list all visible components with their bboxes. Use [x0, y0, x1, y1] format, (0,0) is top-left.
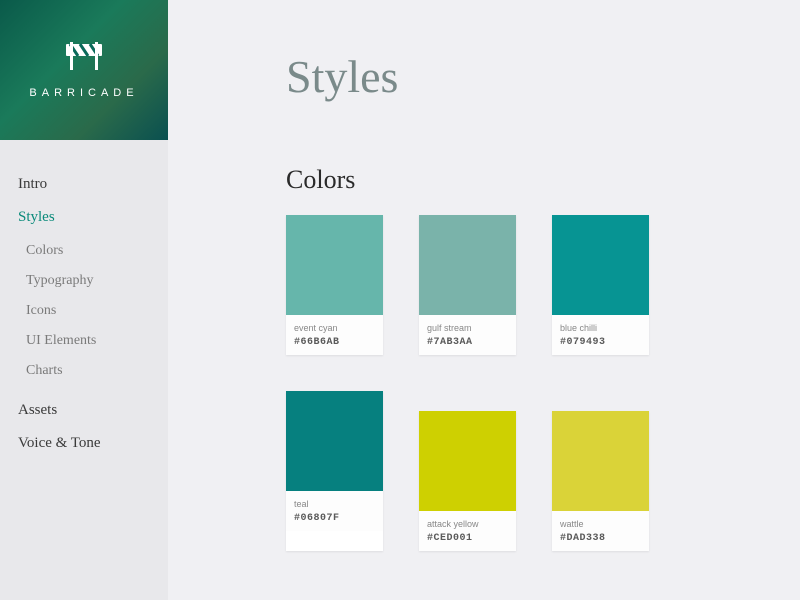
swatch-teal: teal #06807F: [286, 391, 383, 551]
swatch-color: [286, 215, 383, 315]
logo-area: BARRICADE: [0, 0, 168, 140]
swatch-name: blue chilli: [560, 323, 641, 333]
nav-item-voice-tone[interactable]: Voice & Tone: [18, 427, 150, 460]
swatch-meta: event cyan #66B6AB: [286, 315, 383, 355]
swatch-hex: #66B6AB: [294, 337, 375, 348]
nav-item-assets[interactable]: Assets: [18, 394, 150, 427]
swatch-event-cyan: event cyan #66B6AB: [286, 215, 383, 355]
swatch-grid: event cyan #66B6AB gulf stream #7AB3AA b…: [286, 215, 768, 600]
main-content: Styles Colors event cyan #66B6AB gulf st…: [168, 0, 800, 600]
swatch-name: attack yellow: [427, 519, 508, 529]
page-title: Styles: [286, 50, 768, 103]
swatch-name: teal: [294, 499, 375, 509]
swatch-hex: #079493: [560, 337, 641, 348]
swatch-attack-yellow: attack yellow #CED001: [419, 411, 516, 551]
sidebar: BARRICADE Intro Styles Colors Typography…: [0, 0, 168, 600]
swatch-color: [552, 215, 649, 315]
nav-item-intro[interactable]: Intro: [18, 168, 150, 201]
sub-item-typography[interactable]: Typography: [26, 266, 150, 296]
sub-item-ui-elements[interactable]: UI Elements: [26, 326, 150, 356]
swatch-meta: teal #06807F: [286, 491, 383, 531]
section-title: Colors: [286, 165, 768, 195]
nav: Intro Styles Colors Typography Icons UI …: [0, 140, 168, 488]
swatch-meta: gulf stream #7AB3AA: [419, 315, 516, 355]
swatch-color: [419, 411, 516, 511]
swatch-name: gulf stream: [427, 323, 508, 333]
swatch-blue-chilli: blue chilli #079493: [552, 215, 649, 355]
brand-name: BARRICADE: [29, 87, 138, 99]
swatch-hex: #DAD338: [560, 533, 641, 544]
swatch-hex: #CED001: [427, 533, 508, 544]
swatch-name: event cyan: [294, 323, 375, 333]
sub-item-icons[interactable]: Icons: [26, 296, 150, 326]
swatch-color: [286, 391, 383, 491]
sub-nav: Colors Typography Icons UI Elements Char…: [18, 234, 150, 394]
sub-item-colors[interactable]: Colors: [26, 236, 150, 266]
swatch-meta: wattle #DAD338: [552, 511, 649, 551]
swatch-hex: #06807F: [294, 513, 375, 524]
barricade-icon: [56, 42, 112, 77]
swatch-wattle: wattle #DAD338: [552, 411, 649, 551]
swatch-hex: #7AB3AA: [427, 337, 508, 348]
swatch-meta: attack yellow #CED001: [419, 511, 516, 551]
swatch-meta: blue chilli #079493: [552, 315, 649, 355]
swatch-name: wattle: [560, 519, 641, 529]
swatch-color: [552, 411, 649, 511]
swatch-color: [419, 215, 516, 315]
nav-item-styles[interactable]: Styles: [18, 201, 150, 234]
sub-item-charts[interactable]: Charts: [26, 356, 150, 386]
swatch-gulf-stream: gulf stream #7AB3AA: [419, 215, 516, 355]
